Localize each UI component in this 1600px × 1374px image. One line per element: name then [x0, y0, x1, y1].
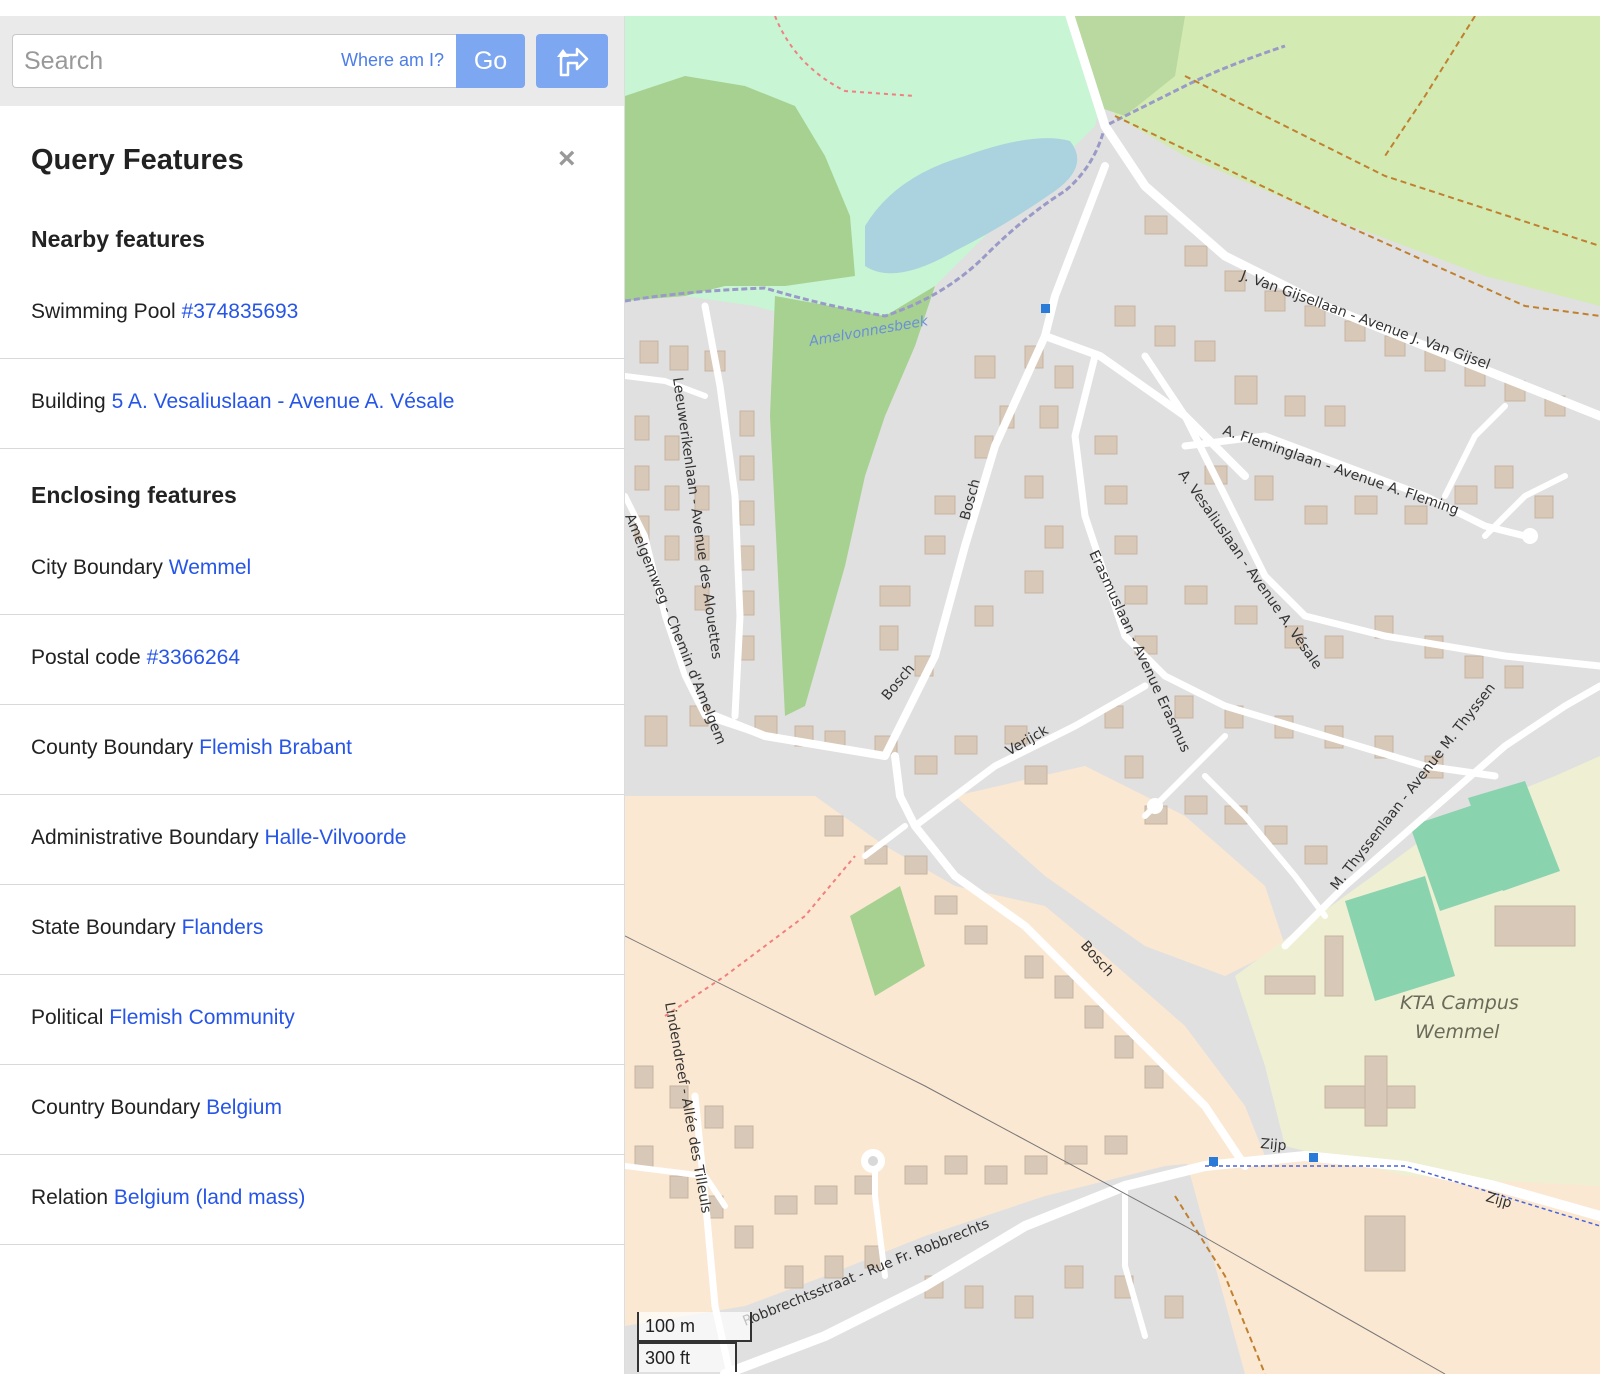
- feature-link[interactable]: 5 A. Vesaliuslaan - Avenue A. Vésale: [112, 390, 455, 413]
- search-box: Where am I?: [12, 34, 456, 88]
- feature-type: Postal code: [31, 646, 141, 669]
- list-item: Building 5 A. Vesaliuslaan - Avenue A. V…: [0, 359, 625, 449]
- feature-link[interactable]: Flemish Community: [109, 1006, 295, 1029]
- feature-link[interactable]: Halle-Vilvoorde: [264, 826, 406, 849]
- list-item: State Boundary Flanders: [0, 885, 625, 975]
- sidebar: Where am I? Go Query Features × Nearby f…: [0, 16, 625, 1374]
- feature-link[interactable]: Flemish Brabant: [199, 736, 352, 759]
- map-canvas[interactable]: J. Van Gijsellaan - Avenue J. Van Gijsel…: [625, 16, 1600, 1374]
- turning-circle-center: [868, 1156, 878, 1166]
- directions-button[interactable]: [536, 34, 608, 88]
- feature-link[interactable]: Belgium: [206, 1096, 282, 1119]
- nearby-features-heading: Nearby features: [31, 226, 205, 252]
- campus-label: Wemmel: [1415, 1021, 1500, 1043]
- feature-type: Building: [31, 390, 106, 413]
- list-item: Postal code #3366264: [0, 615, 625, 705]
- map-scale: 100 m 300 ft: [637, 1312, 752, 1374]
- feature-link[interactable]: Flanders: [182, 916, 264, 939]
- list-item: Political Flemish Community: [0, 975, 625, 1065]
- feature-type: Relation: [31, 1186, 109, 1209]
- close-icon[interactable]: ×: [558, 144, 576, 174]
- scale-imperial: 300 ft: [637, 1342, 737, 1372]
- directions-icon: [557, 47, 589, 77]
- list-item: Country Boundary Belgium: [0, 1065, 625, 1155]
- search-bar: Where am I? Go: [0, 16, 624, 106]
- campus-label: KTA Campus: [1400, 992, 1519, 1014]
- turning-circle: [1147, 798, 1163, 814]
- feature-link[interactable]: #3366264: [147, 646, 240, 669]
- bus-stop-marker: [1309, 1153, 1318, 1162]
- list-item: Swimming Pool #374835693: [0, 269, 625, 359]
- where-am-i-link[interactable]: Where am I?: [341, 50, 444, 71]
- feature-type: Swimming Pool: [31, 300, 176, 323]
- feature-type: State Boundary: [31, 916, 176, 939]
- feature-type: County Boundary: [31, 736, 194, 759]
- feature-type: City Boundary: [31, 556, 163, 579]
- feature-link[interactable]: Belgium (land mass): [114, 1186, 305, 1209]
- map-view[interactable]: J. Van Gijsellaan - Avenue J. Van Gijsel…: [625, 16, 1600, 1374]
- panel-title: Query Features: [31, 144, 244, 176]
- enclosing-features-heading: Enclosing features: [31, 482, 237, 508]
- feature-type: Political: [31, 1006, 104, 1029]
- search-input[interactable]: [13, 35, 323, 87]
- turning-circle: [1522, 528, 1538, 544]
- list-item: County Boundary Flemish Brabant: [0, 705, 625, 795]
- bus-stop-marker: [1209, 1157, 1218, 1166]
- list-item: City Boundary Wemmel: [0, 525, 625, 615]
- feature-type: Country Boundary: [31, 1096, 201, 1119]
- feature-type: Administrative Boundary: [31, 826, 259, 849]
- pool-marker: [1041, 304, 1050, 313]
- list-item: Administrative Boundary Halle-Vilvoorde: [0, 795, 625, 885]
- scale-metric: 100 m: [637, 1312, 752, 1342]
- go-button[interactable]: Go: [456, 34, 525, 88]
- feature-link[interactable]: Wemmel: [169, 556, 251, 579]
- street-label: Zijp: [1260, 1136, 1288, 1154]
- feature-link[interactable]: #374835693: [182, 300, 299, 323]
- list-item: Relation Belgium (land mass): [0, 1155, 625, 1245]
